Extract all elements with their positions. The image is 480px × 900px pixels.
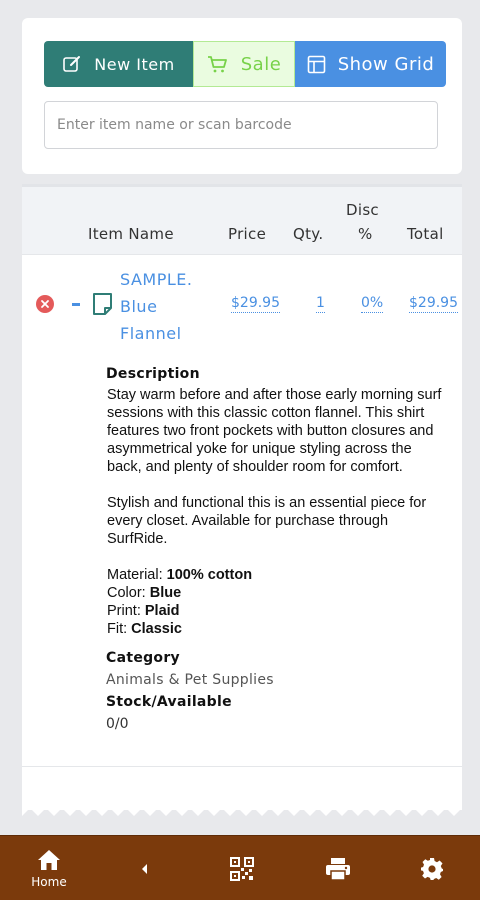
- edit-icon: [63, 56, 81, 72]
- header-qty: Qty.: [293, 225, 324, 243]
- receipt-edge: [22, 800, 462, 816]
- sale-button[interactable]: Sale: [193, 41, 295, 87]
- qr-code-icon: [230, 856, 254, 881]
- header-disc: Disc: [346, 201, 379, 219]
- show-grid-button[interactable]: Show Grid: [295, 41, 446, 87]
- header-disc-percent: %: [358, 225, 373, 243]
- cart-table: Item Name Price Qty. Disc % Total SAMPLE…: [22, 184, 462, 810]
- header-total: Total: [407, 225, 444, 243]
- header-divider: [22, 254, 462, 255]
- item-name-link[interactable]: SAMPLE. Blue Flannel: [120, 266, 220, 347]
- action-card: New Item Sale Show Grid: [22, 18, 462, 174]
- stock-title: Stock/Available: [106, 694, 232, 710]
- header-item-name: Item Name: [88, 225, 174, 243]
- nav-settings[interactable]: [412, 836, 452, 900]
- printer-icon: [326, 857, 350, 881]
- attribute-list: Material: 100% cotton Color: Blue Print:…: [106, 566, 446, 638]
- item-name-line: Flannel: [120, 324, 182, 343]
- collapse-details-icon[interactable]: [72, 303, 80, 306]
- category-title: Category: [106, 650, 180, 666]
- description-paragraph: Stylish and functional this is an essent…: [107, 495, 427, 547]
- attribute-print: Print: Plaid: [107, 603, 180, 619]
- description-body: Stay warm before and after those early m…: [107, 386, 446, 548]
- attribute-color: Color: Blue: [107, 585, 182, 601]
- nav-home-label: Home: [31, 874, 67, 889]
- search-input[interactable]: [44, 101, 438, 149]
- item-name-line: Blue: [120, 297, 158, 316]
- item-name-line: SAMPLE.: [120, 270, 193, 289]
- cart-icon: [207, 56, 227, 73]
- total-cell: $29.95: [409, 295, 458, 313]
- remove-item-icon[interactable]: [36, 295, 54, 313]
- new-item-label: New Item: [94, 54, 175, 74]
- header-price: Price: [228, 225, 267, 243]
- bottom-navigation: Home: [0, 835, 480, 900]
- show-grid-label: Show Grid: [337, 53, 435, 75]
- qty-cell[interactable]: 1: [316, 294, 325, 313]
- action-button-group: New Item Sale Show Grid: [44, 41, 446, 87]
- item-details: Description Stay warm before and after t…: [106, 366, 446, 732]
- row-divider: [22, 766, 462, 767]
- new-item-button[interactable]: New Item: [44, 41, 193, 87]
- category-value: Animals & Pet Supplies: [106, 672, 274, 688]
- sale-label: Sale: [240, 53, 282, 75]
- note-icon[interactable]: [92, 292, 114, 316]
- discount-cell[interactable]: 0%: [361, 294, 384, 313]
- chevron-left-icon: [142, 863, 147, 874]
- nav-home[interactable]: Home: [18, 836, 80, 900]
- nav-print[interactable]: [318, 836, 358, 900]
- table-header: Item Name Price Qty. Disc % Total: [22, 184, 462, 254]
- gear-icon: [421, 857, 443, 880]
- grid-icon: [307, 55, 326, 73]
- price-cell[interactable]: $29.95: [231, 294, 280, 313]
- attribute-material: Material: 100% cotton: [107, 567, 253, 583]
- description-paragraph: Stay warm before and after those early m…: [107, 387, 442, 475]
- nav-scan[interactable]: [222, 836, 262, 900]
- stock-value: 0/0: [106, 716, 129, 732]
- attribute-fit: Fit: Classic: [107, 621, 182, 637]
- home-icon: [38, 849, 60, 870]
- nav-back[interactable]: [130, 836, 160, 900]
- description-title: Description: [106, 366, 200, 382]
